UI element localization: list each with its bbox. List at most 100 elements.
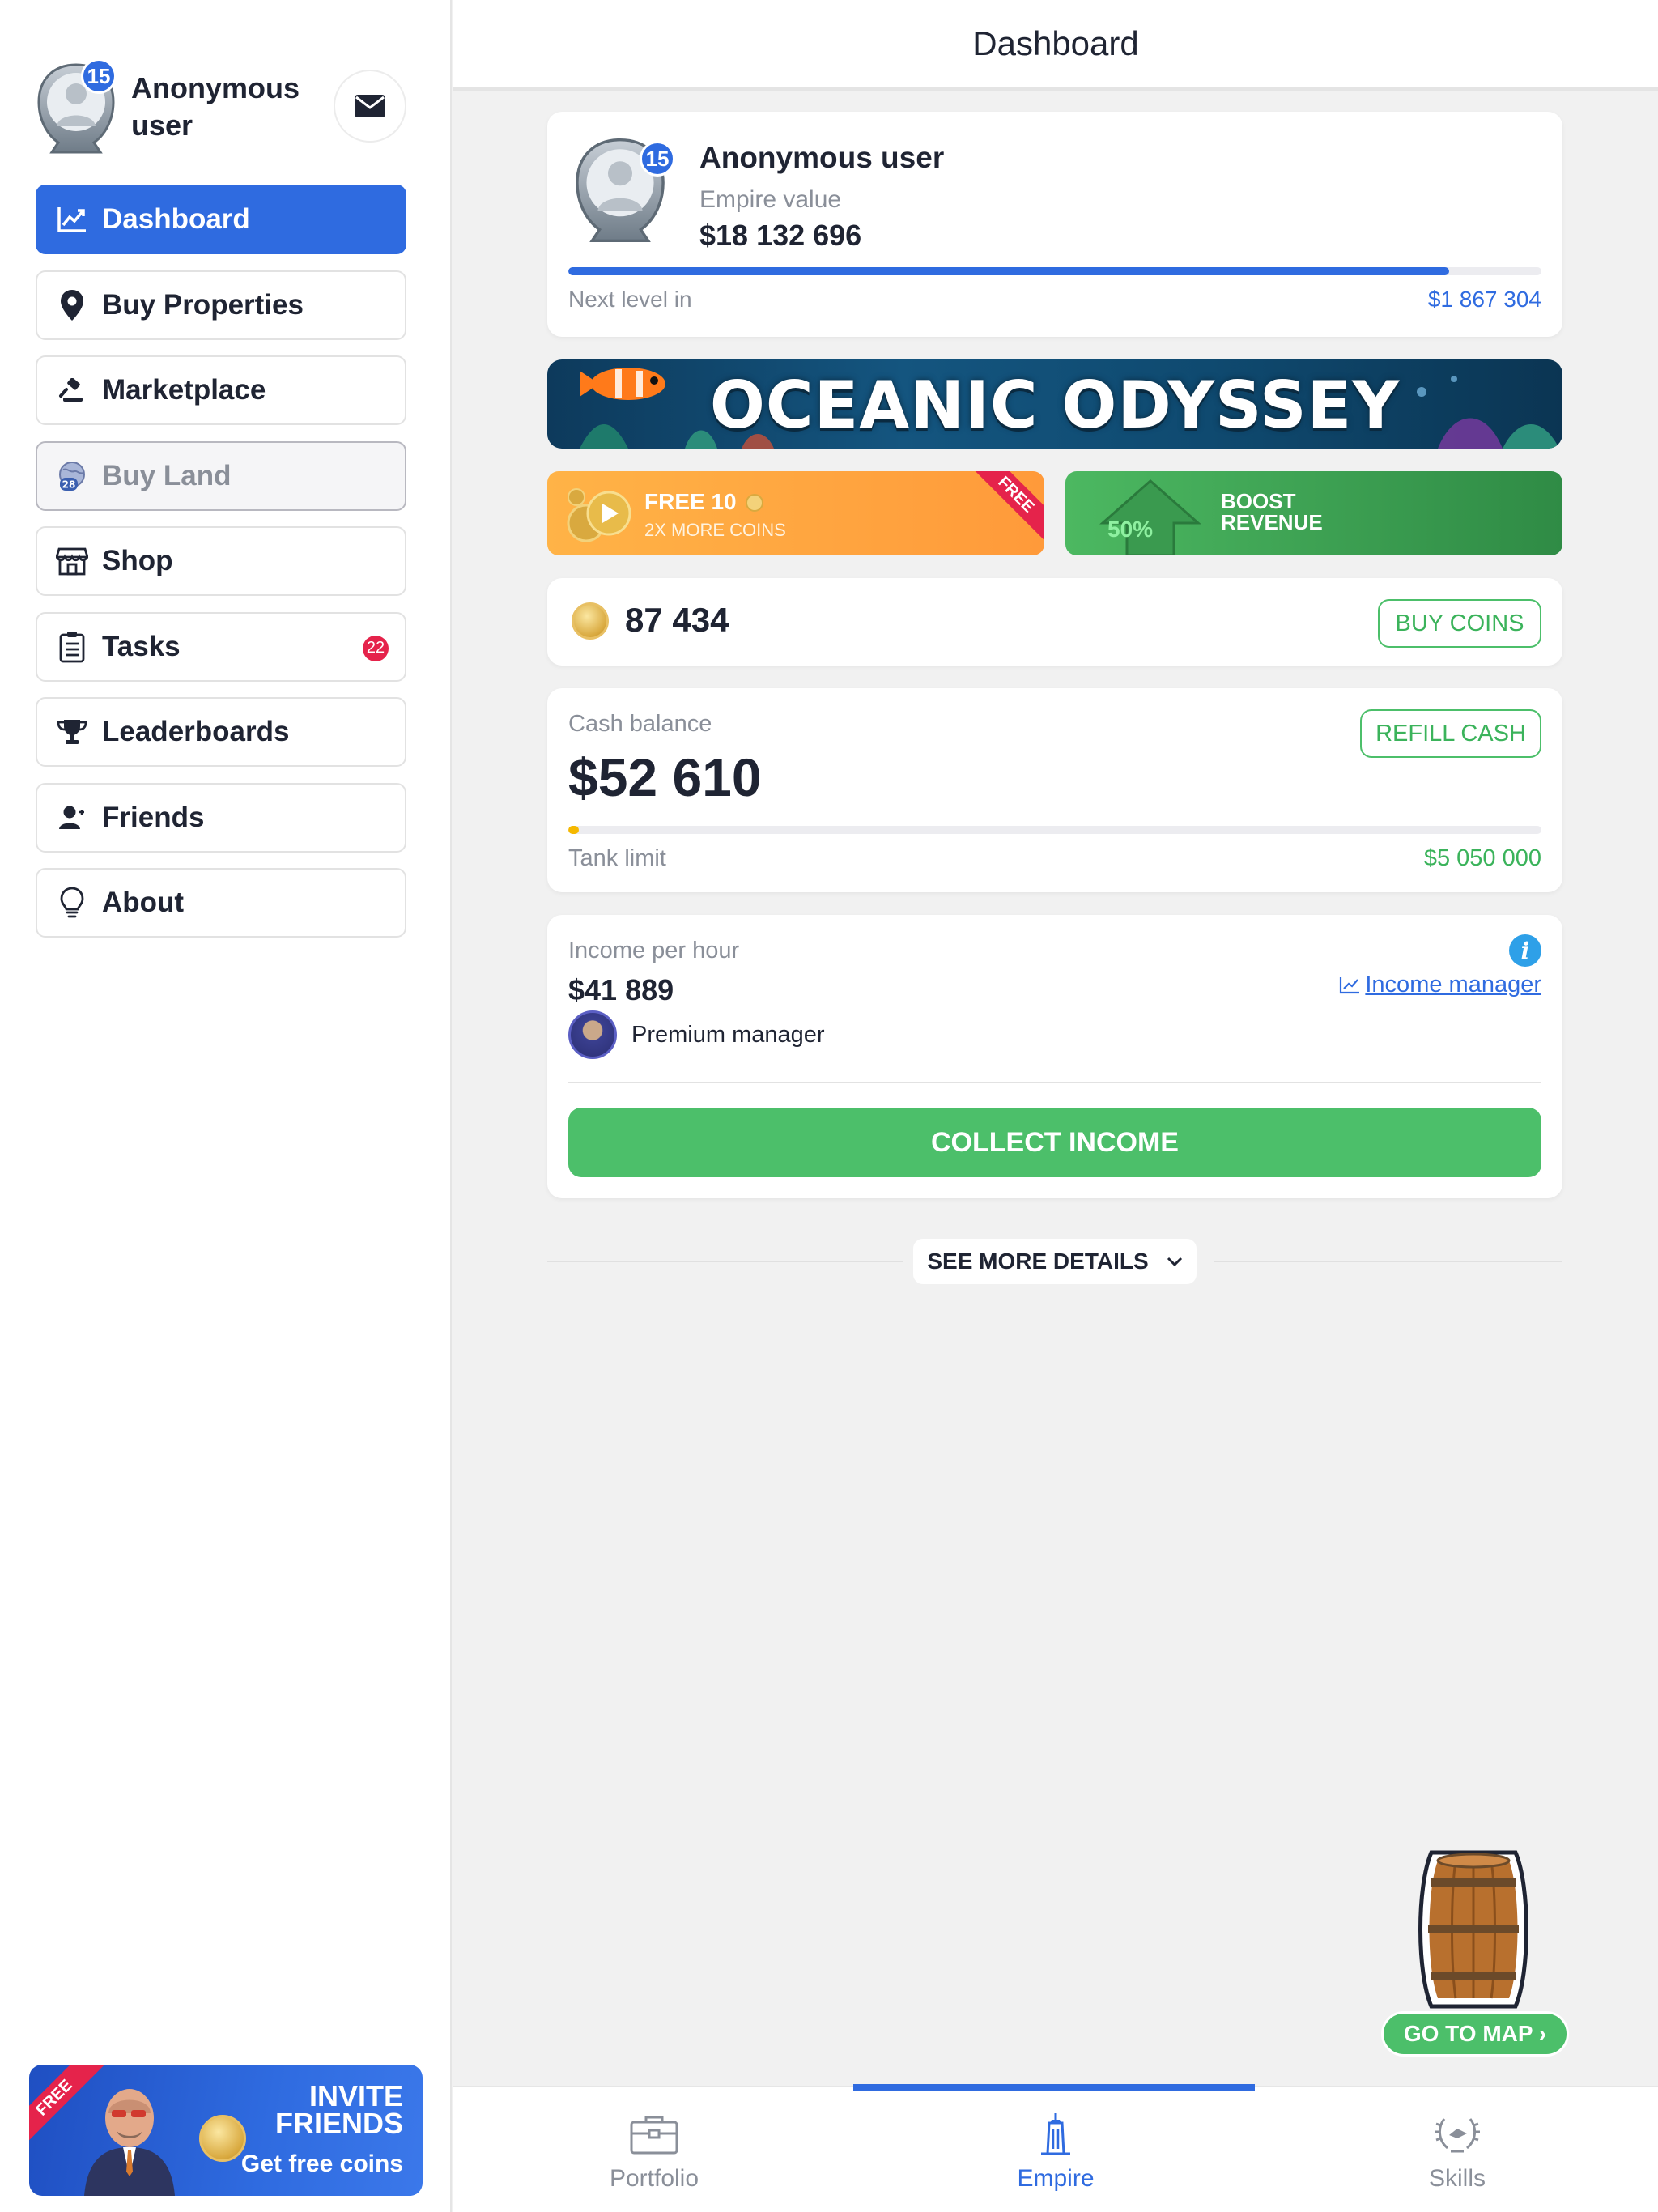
collect-income-button[interactable]: COLLECT INCOME <box>568 1108 1541 1177</box>
gavel-icon <box>55 373 89 407</box>
level-badge: 15 <box>81 58 117 94</box>
income-card: Income per hour $41 889 i Income manager… <box>547 915 1562 1198</box>
tank-progress-bar <box>568 826 1541 834</box>
empire-value-label: Empire value <box>699 186 842 213</box>
cash-balance-label: Cash balance <box>568 711 712 737</box>
income-manager-link[interactable]: Income manager <box>1339 972 1541 998</box>
divider <box>1214 1261 1562 1262</box>
invite-friends-banner[interactable]: FREE INVITE FRIENDS Get free coins <box>29 2065 423 2196</box>
sidebar-item-dashboard[interactable]: Dashboard <box>36 185 406 254</box>
cash-balance-value: $52 610 <box>568 747 762 807</box>
tab-label: Empire <box>1017 2165 1095 2192</box>
divider <box>568 1082 1541 1083</box>
free-coins-label: FREE 10 <box>644 489 737 514</box>
tank-progress-fill <box>568 826 579 834</box>
sidebar-item-label: Buy Land <box>102 459 232 491</box>
tab-label: Portfolio <box>609 2165 699 2192</box>
free-coins-title: FREE 10 <box>644 489 764 515</box>
next-level-label: Next level in <box>568 287 692 312</box>
sidebar-item-leaderboards[interactable]: Leaderboards <box>36 697 406 767</box>
free-coins-subtitle: 2X MORE COINS <box>644 520 786 540</box>
sidebar-item-buy-properties[interactable]: Buy Properties <box>36 270 406 340</box>
top-bar: Dashboard <box>453 0 1658 91</box>
boost-title: BOOST REVENUE <box>1221 489 1323 534</box>
tab-portfolio[interactable]: Portfolio <box>453 2087 855 2212</box>
coin-icon <box>572 602 609 640</box>
sidebar-item-label: About <box>102 887 185 918</box>
sidebar-item-label: Buy Properties <box>102 288 304 321</box>
chevron-down-icon <box>1167 1257 1182 1267</box>
tab-empire[interactable]: Empire <box>855 2087 1256 2212</box>
level-badge: 15 <box>640 141 675 177</box>
sidebar-item-label: Shop <box>102 545 173 576</box>
mail-button[interactable] <box>334 70 406 143</box>
divider <box>547 1261 903 1262</box>
sidebar-item-friends[interactable]: Friends <box>36 782 406 853</box>
free-ribbon: FREE <box>970 471 1044 541</box>
go-to-map-button[interactable]: GO TO MAP › <box>1381 2011 1569 2057</box>
profile-name: Anonymous user <box>131 71 300 142</box>
sidebar-item-about[interactable]: About <box>36 868 406 938</box>
coins-video-icon <box>567 488 631 542</box>
coins-balance: 87 434 <box>625 601 729 639</box>
trophy-icon <box>55 715 89 749</box>
manager-avatar <box>568 1010 617 1059</box>
income-per-hour-value: $41 889 <box>568 973 674 1006</box>
briefcase-icon <box>628 2112 680 2157</box>
bottom-tab-bar: Portfolio Empire Skills <box>453 2084 1658 2212</box>
boost-revenue-promo[interactable]: 50% BOOST REVENUE <box>1065 471 1562 555</box>
next-level-value: $1 867 304 <box>1427 287 1541 312</box>
sidebar-item-label: Leaderboards <box>102 716 290 747</box>
see-more-details-button[interactable]: SEE MORE DETAILS <box>913 1239 1197 1284</box>
invite-subtitle: Get free coins <box>240 2150 403 2177</box>
page-title: Dashboard <box>972 24 1139 62</box>
chart-icon <box>1340 976 1360 993</box>
sidebar-nav: Dashboard Buy Properties Marketplace 28 … <box>36 185 406 954</box>
tank-limit-value: $5 050 000 <box>1423 845 1541 871</box>
sidebar-item-label: Dashboard <box>102 203 250 235</box>
see-more-details-label: SEE MORE DETAILS <box>927 1249 1149 1274</box>
sidebar-profile[interactable]: 15 Anonymous user <box>34 58 414 155</box>
user-icon <box>55 801 89 835</box>
clipboard-icon <box>55 630 89 664</box>
store-icon <box>55 544 89 578</box>
premium-manager-label: Premium manager <box>631 1022 825 1048</box>
coins-card: 87 434 BUY COINS <box>547 578 1562 666</box>
invite-title: INVITE FRIENDS <box>274 2079 403 2140</box>
chart-icon <box>55 202 89 236</box>
sidebar-item-shop[interactable]: Shop <box>36 526 406 596</box>
income-per-hour-label: Income per hour <box>568 938 740 963</box>
info-icon[interactable]: i <box>1509 934 1541 967</box>
laurel-icon <box>1431 2112 1483 2157</box>
event-banner[interactable]: OCEANIC ODYSSEY <box>547 359 1562 449</box>
sidebar-item-marketplace[interactable]: Marketplace <box>36 355 406 425</box>
sidebar-item-label: Tasks <box>102 630 181 662</box>
lightbulb-icon <box>55 886 89 920</box>
profile-card[interactable]: 15 Anonymous user Empire value $18 132 6… <box>547 112 1562 337</box>
svg-text:28: 28 <box>62 479 76 490</box>
buy-coins-button[interactable]: BUY COINS <box>1378 599 1541 648</box>
globe-icon: 28 <box>55 459 89 493</box>
map-pin-icon <box>55 288 89 322</box>
level-progress-bar <box>568 267 1541 275</box>
cash-card: Cash balance $52 610 REFILL CASH Tank li… <box>547 688 1562 892</box>
sidebar-item-tasks[interactable]: Tasks 22 <box>36 611 406 682</box>
sidebar-item-label: Marketplace <box>102 374 266 406</box>
sidebar-item-buy-land[interactable]: 28 Buy Land <box>36 440 406 511</box>
level-progress-fill <box>568 267 1449 275</box>
free-coins-promo[interactable]: FREE 10 2X MORE COINS FREE <box>547 471 1044 555</box>
income-manager-label: Income manager <box>1365 972 1541 998</box>
tasks-count-badge: 22 <box>363 635 389 661</box>
tab-label: Skills <box>1428 2165 1486 2192</box>
banner-title: OCEANIC ODYSSEY <box>709 368 1401 443</box>
barrel-icon[interactable] <box>1407 1846 1540 2013</box>
refill-cash-button[interactable]: REFILL CASH <box>1360 709 1541 758</box>
sidebar: 15 Anonymous user Dashboard Buy Properti… <box>0 0 452 2212</box>
businessman-illustration <box>84 2089 175 2196</box>
tab-skills[interactable]: Skills <box>1256 2087 1658 2212</box>
tank-limit-label: Tank limit <box>568 845 666 871</box>
empire-value: $18 132 696 <box>699 219 862 252</box>
coin-icon <box>746 494 764 512</box>
building-icon <box>1030 2112 1082 2157</box>
profile-name: Anonymous user <box>699 141 945 174</box>
